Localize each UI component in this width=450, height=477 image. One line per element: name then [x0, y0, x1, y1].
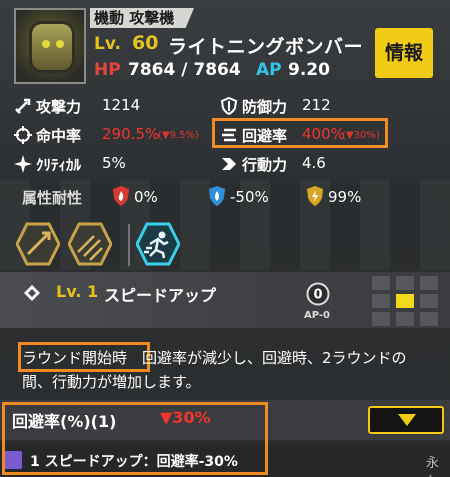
range-cell [372, 276, 390, 290]
evasion-value: 400% [302, 125, 345, 143]
unit-portrait[interactable] [14, 8, 86, 84]
evasion-icon [222, 128, 236, 142]
critical-value: 5% [102, 154, 126, 172]
defense-value: 212 [302, 96, 331, 114]
attack-value: 1214 [102, 96, 141, 114]
unit-name: ライトニングボンバー [168, 36, 364, 58]
evasion-modifier: (▼30%) [342, 130, 380, 141]
hp-label: HP [94, 60, 121, 80]
ap-cost-number: 0 [313, 288, 322, 303]
skill-name: スピードアップ [104, 286, 217, 305]
skill-divider [128, 224, 130, 266]
speed-label: 行動力 [242, 156, 288, 174]
skill-level: Lv. 1 [56, 282, 99, 301]
portrait-eye [42, 40, 50, 48]
defense-label: 防御力 [242, 98, 288, 116]
diamond-icon [24, 285, 40, 301]
level-label: Lv. [94, 34, 121, 54]
multi-arrow-skill-icon[interactable] [68, 222, 112, 266]
unit-type-tag: 機動 攻撃機 [90, 8, 194, 28]
range-cell-active [396, 294, 414, 308]
effect-highlight [2, 402, 268, 475]
hp-value: 7864 / 7864 [128, 60, 241, 80]
info-button[interactable]: 情報 [375, 28, 433, 78]
accuracy-modifier: (▼9.5%) [158, 130, 199, 141]
critical-label: ｸﾘﾃｨｶﾙ [36, 156, 82, 174]
critical-star-icon [14, 155, 32, 173]
speed-up-skill-icon[interactable] [136, 222, 180, 266]
level-value: 60 [132, 32, 159, 54]
speed-value: 4.6 [302, 154, 326, 172]
range-cell [420, 276, 438, 290]
speed-chevron-icon [222, 158, 236, 170]
fire-resist-icon [113, 186, 129, 206]
ap-value: 9.20 [288, 60, 330, 80]
evasion-label: 回避率 [242, 127, 288, 145]
range-cell [372, 294, 390, 308]
ap-cost-circle: 0 [306, 282, 330, 306]
accuracy-label: 命中率 [36, 127, 82, 145]
effect-duration: 永久 [426, 456, 440, 477]
skill-description: ラウンド開始時 回避率が減少し、回避時、2ラウンドの間、行動力が増加します。 [22, 346, 432, 394]
skill-range-grid [372, 276, 444, 326]
electric-resist-value: 99% [328, 188, 362, 206]
fire-resist-value: 0% [134, 188, 158, 206]
shield-icon [220, 97, 238, 115]
range-cell [396, 276, 414, 290]
spear-skill-icon[interactable] [16, 222, 60, 266]
range-cell [420, 312, 438, 326]
electric-resist-icon [307, 186, 323, 206]
accuracy-value: 290.5% [102, 125, 160, 143]
ice-resist-value: -50% [230, 188, 269, 206]
crosshair-icon [14, 126, 32, 144]
ap-cost-label: AP-0 [304, 310, 331, 321]
portrait-head [32, 24, 72, 70]
resistance-label: 属性耐性 [22, 189, 83, 207]
range-cell [420, 294, 438, 308]
skill-trigger: ラウンド開始時 [22, 349, 128, 367]
triangle-down-icon [398, 414, 416, 426]
ice-resist-icon [209, 186, 225, 206]
attack-label: 攻撃力 [36, 98, 82, 116]
skill-header-bar: Lv. 1 スピードアップ 0 AP-0 [0, 272, 450, 328]
expand-dropdown-button[interactable] [368, 406, 444, 434]
portrait-eye [56, 40, 64, 48]
range-cell [372, 312, 390, 326]
range-cell [396, 312, 414, 326]
sword-icon [15, 98, 31, 114]
ap-label: AP [256, 60, 282, 80]
